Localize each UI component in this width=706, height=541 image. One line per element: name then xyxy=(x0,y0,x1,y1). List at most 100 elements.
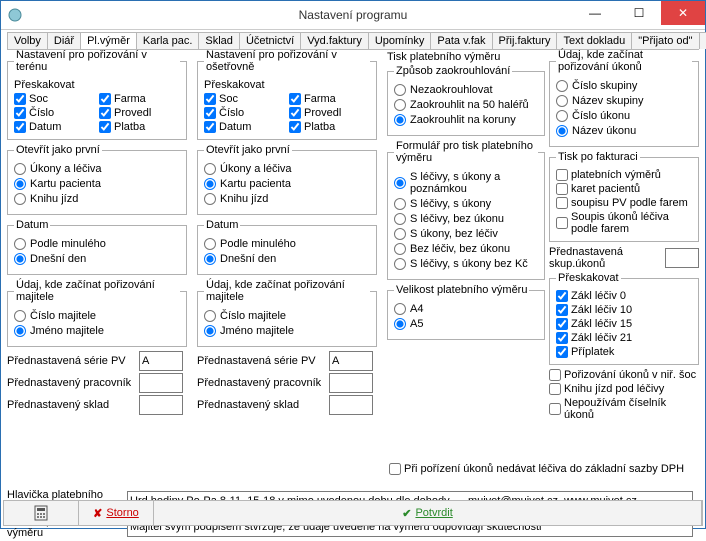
ck-tf1[interactable]: platebních výměrů xyxy=(556,169,692,181)
ck-oset-soc[interactable]: Soc xyxy=(204,93,285,105)
tab-kniha[interactable]: Kniha jízd xyxy=(699,32,706,49)
r-teren-d2[interactable]: Dnešní den xyxy=(14,253,180,265)
presk-group: Přeskakovat Zákl léčiv 0 Zákl léčiv 10 Z… xyxy=(549,272,699,365)
tab-volby[interactable]: Volby xyxy=(7,32,48,49)
form-group: Formulář pro tisk platebního výměru S lé… xyxy=(387,140,545,280)
r-f5[interactable]: Bez léčiv, bez úkonu xyxy=(394,243,538,255)
oset-sklad-lbl: Přednastavený sklad xyxy=(197,399,329,411)
oset-datum: Datum Podle minulého Dnešní den xyxy=(197,219,377,275)
tab-karta[interactable]: Karla pac. xyxy=(136,32,200,49)
tab-textdok[interactable]: Text dokladu xyxy=(556,32,632,49)
teren-title: Nastavení pro pořizování v terénu xyxy=(14,49,180,73)
ck-e1[interactable]: Pořizování úkonů v niř. šoc xyxy=(549,369,699,381)
oset-settings: Nastavení pro pořizování v ošetřovně Pře… xyxy=(197,49,377,140)
app-icon xyxy=(7,7,23,23)
r-teren-d1[interactable]: Podle minulého xyxy=(14,238,180,250)
oset-open: Otevřít jako první Úkony a léčiva Kartu … xyxy=(197,144,377,215)
r-oset-open1[interactable]: Úkony a léčiva xyxy=(204,163,370,175)
tisk-title: Tisk platebního výměru xyxy=(387,51,545,63)
tab-bar: Volby Diář Pl.výměr Karla pac. Sklad Úče… xyxy=(7,32,699,50)
ck-dph[interactable]: Při pořízení úkonů nedávat léčiva do zák… xyxy=(389,463,697,475)
tab-plvymer[interactable]: Pl.výměr xyxy=(80,32,137,49)
predn-skup-input[interactable] xyxy=(665,248,699,268)
r-oset-open2[interactable]: Kartu pacienta xyxy=(204,178,370,190)
r-teren-u2[interactable]: Jméno majitele xyxy=(14,325,180,337)
teren-datum: Datum Podle minulého Dnešní den xyxy=(7,219,187,275)
tab-diar[interactable]: Diář xyxy=(47,32,81,49)
r-teren-open3[interactable]: Knihu jízd xyxy=(14,193,180,205)
zaok-group: Způsob zaokrouhlování Nezaokrouhlovat Za… xyxy=(387,65,545,136)
r-v1[interactable]: A4 xyxy=(394,303,538,315)
close-button[interactable]: ✕ xyxy=(661,1,705,25)
r-v2[interactable]: A5 xyxy=(394,318,538,330)
r-oset-d1[interactable]: Podle minulého xyxy=(204,238,370,250)
ck-oset-farma[interactable]: Farma xyxy=(289,93,370,105)
teren-sklad-input[interactable] xyxy=(139,395,183,415)
ck-oset-platba[interactable]: Platba xyxy=(289,121,370,133)
r-oset-u1[interactable]: Číslo majitele xyxy=(204,310,370,322)
r-f2[interactable]: S léčivy, s úkony xyxy=(394,198,538,210)
r-f4[interactable]: S úkony, bez léčiv xyxy=(394,228,538,240)
ck-teren-datum[interactable]: Datum xyxy=(14,121,95,133)
teren-serie-input[interactable] xyxy=(139,351,183,371)
r-f6[interactable]: S léčivy, s úkony bez Kč xyxy=(394,258,538,270)
r-teren-u1[interactable]: Číslo majitele xyxy=(14,310,180,322)
r-f3[interactable]: S léčivy, bez úkonu xyxy=(394,213,538,225)
oset-prac-input[interactable] xyxy=(329,373,373,393)
ck-oset-cislo[interactable]: Číslo xyxy=(204,107,285,119)
check-icon: ✔ xyxy=(402,507,411,520)
ck-oset-datum[interactable]: Datum xyxy=(204,121,285,133)
tab-pata[interactable]: Pata v.fak xyxy=(430,32,492,49)
oset-prac-lbl: Přednastavený pracovník xyxy=(197,377,329,389)
ck-p4[interactable]: Zákl léčiv 21 xyxy=(556,332,692,344)
maximize-button[interactable]: ☐ xyxy=(617,1,661,25)
r-oset-u2[interactable]: Jméno majitele xyxy=(204,325,370,337)
ck-e3[interactable]: Nepoužívám číselník úkonů xyxy=(549,397,699,421)
storno-button[interactable]: ✘Storno xyxy=(79,501,154,525)
ck-teren-cislo[interactable]: Číslo xyxy=(14,107,95,119)
calc-button[interactable] xyxy=(4,501,79,525)
tab-prijfak[interactable]: Přij.faktury xyxy=(492,32,558,49)
r-uu1[interactable]: Číslo skupiny xyxy=(556,80,692,92)
ck-p1[interactable]: Zákl léčiv 0 xyxy=(556,290,692,302)
oset-serie-input[interactable] xyxy=(329,351,373,371)
teren-prac-lbl: Přednastavený pracovník xyxy=(7,377,139,389)
r-oset-d2[interactable]: Dnešní den xyxy=(204,253,370,265)
r-oset-open3[interactable]: Knihu jízd xyxy=(204,193,370,205)
minimize-button[interactable]: — xyxy=(573,1,617,25)
oset-skip-title: Přeskakovat xyxy=(204,79,370,91)
ck-p2[interactable]: Zákl léčiv 10 xyxy=(556,304,692,316)
r-zaok1[interactable]: Nezaokrouhlovat xyxy=(394,84,538,96)
r-zaok3[interactable]: Zaokrouhlit na koruny xyxy=(394,114,538,126)
r-zaok2[interactable]: Zaokrouhlit na 50 haléřů xyxy=(394,99,538,111)
ck-tf2[interactable]: karet pacientů xyxy=(556,183,692,195)
ck-tf4[interactable]: Soupis úkonů léčiva podle farem xyxy=(556,211,692,235)
teren-sklad-lbl: Přednastavený sklad xyxy=(7,399,139,411)
ck-p5[interactable]: Příplatek xyxy=(556,346,692,358)
ck-e2[interactable]: Knihu jízd pod léčivy xyxy=(549,383,699,395)
ck-teren-platba[interactable]: Platba xyxy=(99,121,180,133)
r-f1[interactable]: S léčivy, s úkony a poznámkou xyxy=(394,171,538,195)
oset-serie-lbl: Přednastavená série PV xyxy=(197,355,329,367)
teren-prac-input[interactable] xyxy=(139,373,183,393)
potvrdit-button[interactable]: ✔Potvrdit xyxy=(154,501,702,525)
ck-oset-provedl[interactable]: Provedl xyxy=(289,107,370,119)
tab-prijato[interactable]: "Přijato od" xyxy=(631,32,699,49)
ck-teren-farma[interactable]: Farma xyxy=(99,93,180,105)
tab-ucet[interactable]: Účetnictví xyxy=(239,32,301,49)
tab-upom[interactable]: Upomínky xyxy=(368,32,432,49)
r-uu2[interactable]: Název skupiny xyxy=(556,95,692,107)
titlebar: Nastavení programu — ☐ ✕ xyxy=(1,1,705,30)
r-teren-open2[interactable]: Kartu pacienta xyxy=(14,178,180,190)
ck-tf3[interactable]: soupisu PV podle farem xyxy=(556,197,692,209)
udaj-ukony: Údaj, kde začínat pořizování úkonů Číslo… xyxy=(549,49,699,147)
r-teren-open1[interactable]: Úkony a léčiva xyxy=(14,163,180,175)
ck-p3[interactable]: Zákl léčiv 15 xyxy=(556,318,692,330)
tab-vydfak[interactable]: Vyd.faktury xyxy=(300,32,369,49)
r-uu3[interactable]: Číslo úkonu xyxy=(556,110,692,122)
oset-sklad-input[interactable] xyxy=(329,395,373,415)
tab-sklad[interactable]: Sklad xyxy=(198,32,240,49)
ck-teren-provedl[interactable]: Provedl xyxy=(99,107,180,119)
r-uu4[interactable]: Název úkonu xyxy=(556,125,692,137)
ck-teren-soc[interactable]: Soc xyxy=(14,93,95,105)
